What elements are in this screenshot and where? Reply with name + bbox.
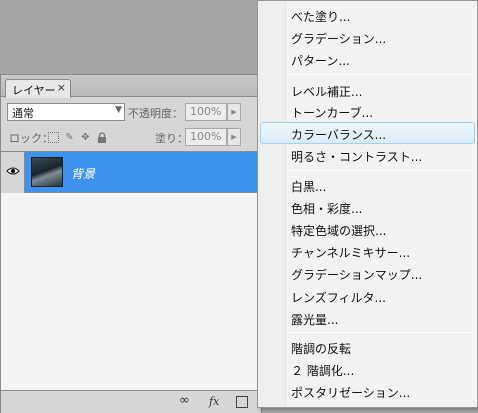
opacity-slider-button[interactable]: ▶ — [227, 103, 241, 121]
lock-label: ロック： — [9, 132, 53, 145]
tab-layers-label: レイヤー — [12, 84, 56, 97]
blend-mode-value: 通常 — [12, 107, 34, 120]
lock-transparency-icon[interactable] — [48, 132, 59, 143]
tab-layers[interactable]: レイヤー × — [5, 79, 71, 98]
menu-separator — [288, 332, 474, 333]
menu-item-invert[interactable]: 階調の反転 — [260, 336, 475, 358]
fill-input[interactable]: 100% — [185, 128, 227, 146]
menu-item-solid-color[interactable]: べた塗り... — [260, 4, 475, 26]
menu-item-threshold[interactable]: ２ 階調化... — [260, 358, 475, 380]
close-icon[interactable]: × — [57, 81, 66, 94]
menu-separator — [288, 170, 474, 171]
layers-bottom-toolbar: ∞ fx — [1, 390, 261, 413]
menu-item-selective-color[interactable]: 特定色域の選択... — [260, 218, 475, 240]
lock-position-move-icon[interactable]: ✥ — [80, 132, 91, 143]
lock-row: ロック： ✎ ✥ 塗り： 100% ▶ — [1, 127, 261, 149]
adjustment-layer-menu: べた塗り... グラデーション... パターン... レベル補正... トーンカ… — [257, 0, 478, 408]
menu-item-gradient[interactable]: グラデーション... — [260, 26, 475, 48]
menu-item-exposure[interactable]: 露光量... — [260, 307, 475, 329]
menu-separator — [288, 74, 474, 75]
lock-pixels-brush-icon[interactable]: ✎ — [64, 132, 75, 143]
fill-slider-button[interactable]: ▶ — [227, 128, 241, 146]
layer-name: 背景 — [71, 167, 96, 181]
menu-item-posterize[interactable]: ポスタリゼーション... — [260, 380, 475, 402]
menu-item-hue-saturation[interactable]: 色相・彩度... — [260, 196, 475, 218]
layers-panel: レイヤー × 通常 ▼ 不透明度： 100% ▶ ロック： ✎ ✥ 塗り： 10… — [0, 74, 262, 413]
opacity-label: 不透明度： — [128, 107, 183, 120]
menu-item-color-balance[interactable]: カラーバランス... — [260, 122, 475, 144]
menu-item-gradient-map[interactable]: グラデーションマップ... — [260, 262, 475, 284]
visibility-toggle[interactable] — [1, 152, 25, 193]
lock-all-icon[interactable] — [96, 132, 107, 143]
eye-icon — [6, 167, 20, 175]
opacity-input[interactable]: 100% — [185, 103, 227, 121]
layer-thumbnail — [31, 157, 63, 187]
layers-list: 背景 — [1, 151, 261, 391]
menu-item-black-white[interactable]: 白黒... — [260, 174, 475, 196]
menu-item-brightness-contrast[interactable]: 明るさ・コントラスト... — [260, 144, 475, 166]
chevron-down-icon: ▼ — [115, 105, 122, 115]
link-layers-icon[interactable]: ∞ — [179, 393, 190, 408]
fill-label: 塗り： — [155, 132, 188, 145]
layer-row-background[interactable]: 背景 — [1, 152, 261, 193]
menu-item-pattern[interactable]: パターン... — [260, 48, 475, 70]
panel-tab-bar: レイヤー × — [1, 75, 261, 98]
fx-icon[interactable]: fx — [209, 395, 219, 409]
menu-item-curves[interactable]: トーンカーブ... — [260, 100, 475, 122]
menu-item-channel-mixer[interactable]: チャンネルミキサー... — [260, 240, 475, 262]
add-mask-icon[interactable] — [236, 396, 248, 408]
blend-row: 通常 ▼ 不透明度： 100% ▶ — [1, 102, 261, 124]
menu-item-levels[interactable]: レベル補正... — [260, 79, 475, 101]
menu-item-photo-filter[interactable]: レンズフィルタ... — [260, 285, 475, 307]
blend-mode-select[interactable]: 通常 ▼ — [7, 103, 125, 121]
